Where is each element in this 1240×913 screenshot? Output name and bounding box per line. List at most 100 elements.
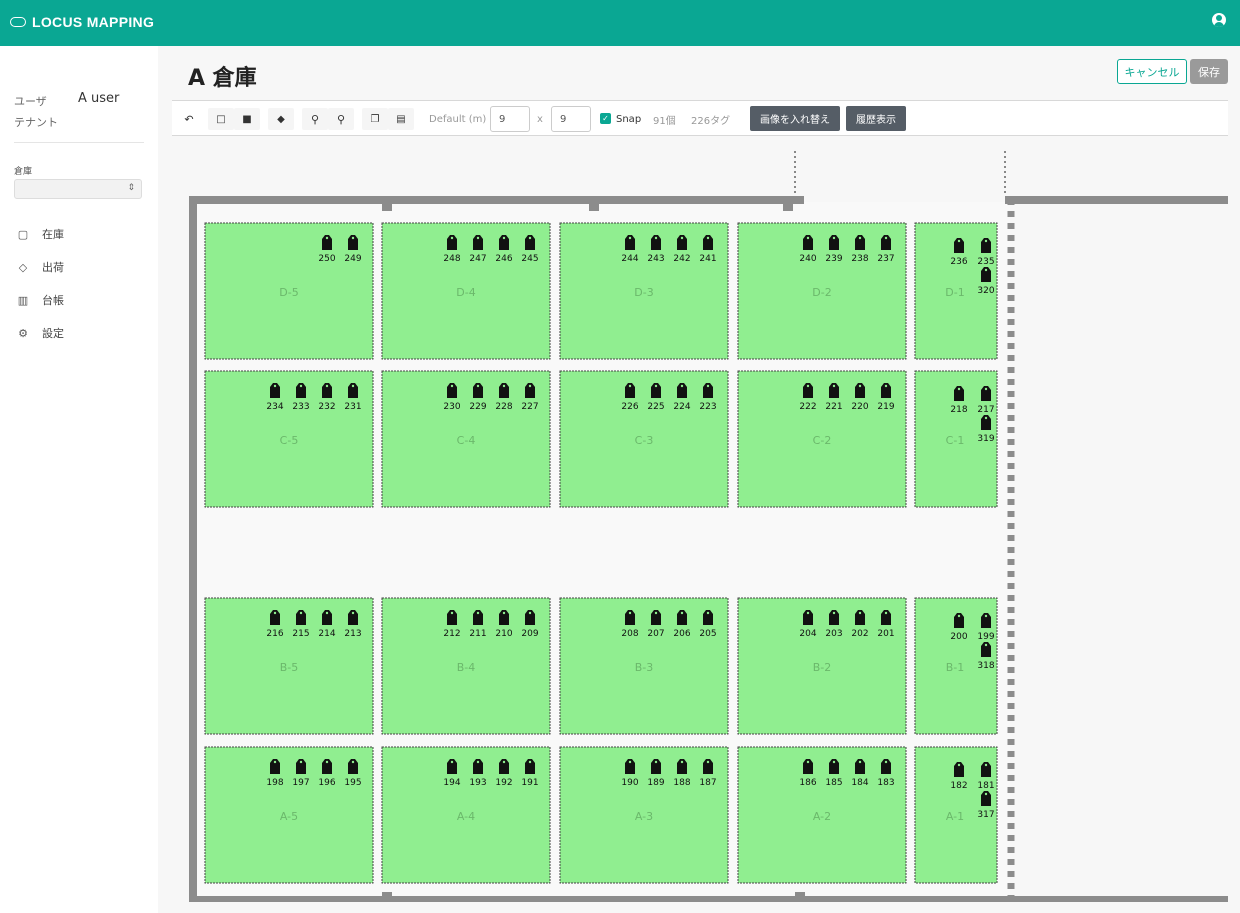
tag-label: 223: [699, 402, 716, 412]
tag-hole: [957, 614, 961, 618]
square-icon: □: [216, 113, 226, 125]
tag-label: 192: [495, 778, 512, 788]
zoom-out-button[interactable]: ⚲: [328, 108, 354, 130]
tag-label: 189: [647, 778, 664, 788]
tag-hole: [806, 384, 810, 388]
tag-hole: [806, 760, 810, 764]
sidebar-item-label: 台帳: [42, 294, 64, 307]
undo-icon: ↶: [184, 112, 194, 126]
map-canvas[interactable]: D-5 250 249 D-4 248 247 246 245 D-3 244 243 242 241 D…: [172, 137, 1228, 913]
tag-hole: [351, 384, 355, 388]
snap-label: Snap: [616, 113, 642, 125]
tag-label: 240: [799, 254, 816, 264]
tag-label: 243: [647, 254, 664, 264]
paste-button[interactable]: ▤: [388, 108, 414, 130]
tag-hole: [654, 611, 658, 615]
brand-name: LOCUS MAPPING: [32, 14, 155, 30]
tag-hole: [654, 760, 658, 764]
tag-hole: [680, 384, 684, 388]
rack-label: B-1: [946, 661, 965, 674]
sidebar-item-shipping[interactable]: ◇ 出荷: [16, 259, 64, 275]
tag-button[interactable]: ◆: [268, 108, 294, 130]
tag-hole: [957, 239, 961, 243]
sidebar-item-settings[interactable]: ⚙ 設定: [16, 325, 64, 341]
tag-hole: [450, 236, 454, 240]
tag-label: 184: [851, 778, 868, 788]
copy-button[interactable]: ❐: [362, 108, 388, 130]
tag-label: 191: [521, 778, 538, 788]
tag-label: 221: [825, 402, 842, 412]
tag-hole: [957, 763, 961, 767]
tag-label: 239: [825, 254, 842, 264]
warehouse-map[interactable]: D-5 250 249 D-4 248 247 246 245 D-3 244 243 242 241 D…: [172, 137, 1228, 913]
brand-logo[interactable]: LOCUS MAPPING: [10, 14, 154, 30]
tag-label: 185: [825, 778, 842, 788]
tag-label: 194: [443, 778, 460, 788]
tenant-label: テナント: [14, 116, 58, 129]
tag-label: 232: [318, 402, 335, 412]
wall-top-right: [1005, 196, 1228, 204]
tag-hole: [299, 760, 303, 764]
tag-hole: [680, 611, 684, 615]
tag-label: 222: [799, 402, 816, 412]
add-rect-button[interactable]: □: [208, 108, 234, 130]
times-label: x: [537, 113, 543, 125]
sidebar-item-ledger[interactable]: ▥ 台帳: [16, 292, 64, 308]
tag-hole: [476, 236, 480, 240]
tag-hole: [884, 384, 888, 388]
tag-label: 247: [469, 254, 486, 264]
tag-label: 237: [877, 254, 894, 264]
tag-label: 320: [977, 286, 994, 296]
tag-label: 197: [292, 778, 309, 788]
cancel-button[interactable]: キャンセル: [1117, 59, 1187, 84]
tag-hole: [628, 236, 632, 240]
tag-hole: [858, 611, 862, 615]
check-icon: ✓: [600, 113, 611, 124]
tag-hole: [984, 614, 988, 618]
tag-hole: [706, 236, 710, 240]
tag-label: 225: [647, 402, 664, 412]
tag-label: 200: [950, 632, 967, 642]
tag-label: 211: [469, 629, 486, 639]
save-button[interactable]: 保存: [1190, 59, 1228, 84]
undo-button[interactable]: ↶: [176, 108, 202, 130]
tag-label: 220: [851, 402, 868, 412]
wall-bottom: [189, 896, 1228, 902]
tag-label: 213: [344, 629, 361, 639]
rack-label: D-4: [456, 286, 475, 299]
tag-label: 204: [799, 629, 816, 639]
sidebar-item-label: 在庫: [42, 228, 64, 241]
select-arrows-icon: ⇕: [127, 183, 135, 193]
sidebar-divider: [14, 142, 144, 143]
tag-label: 224: [673, 402, 690, 412]
tag-hole: [654, 384, 658, 388]
wall-top: [189, 196, 804, 204]
tag-hole: [325, 611, 329, 615]
tag-label: 241: [699, 254, 716, 264]
tag-hole: [984, 416, 988, 420]
warehouse-select[interactable]: ⇕: [14, 179, 142, 199]
tag-label: 228: [495, 402, 512, 412]
tag-label: 242: [673, 254, 690, 264]
tag-label: 218: [950, 405, 967, 415]
item-count: 91個: [653, 115, 676, 127]
history-button[interactable]: 履歴表示: [846, 106, 906, 131]
zoom-in-button[interactable]: ⚲: [302, 108, 328, 130]
tag-hole: [806, 611, 810, 615]
width-input[interactable]: [490, 106, 530, 132]
delete-button[interactable]: ■: [234, 108, 260, 130]
tag-label: 216: [266, 629, 283, 639]
sidebar-item-stock[interactable]: ▢ 在庫: [16, 226, 64, 242]
tag-icon: ◇: [18, 260, 28, 274]
tag-hole: [984, 643, 988, 647]
rack-label: C-5: [280, 434, 299, 447]
tag-label: 206: [673, 629, 690, 639]
tag-label: 317: [977, 810, 994, 820]
snap-checkbox[interactable]: ✓: [600, 113, 611, 124]
height-input[interactable]: [551, 106, 591, 132]
replace-image-button[interactable]: 画像を入れ替え: [750, 106, 840, 131]
wall-marker: [783, 203, 793, 211]
tag-hole: [351, 236, 355, 240]
account-icon[interactable]: [1212, 13, 1226, 27]
tag-label: 212: [443, 629, 460, 639]
